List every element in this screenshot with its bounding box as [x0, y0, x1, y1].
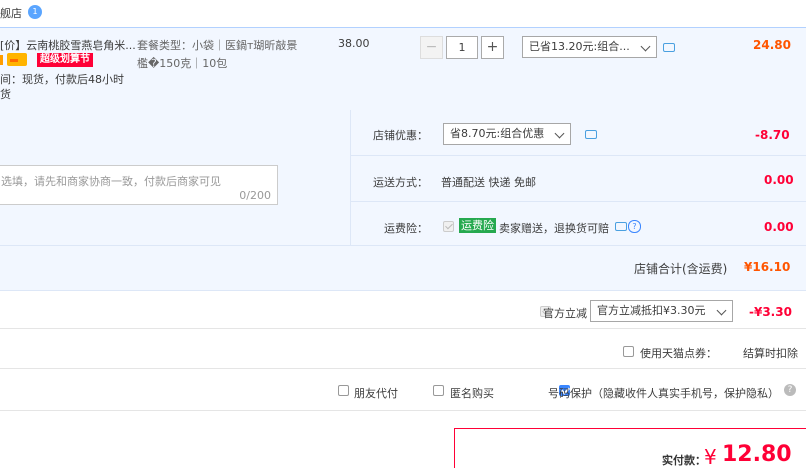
- official-discount-value: -¥3.30: [749, 305, 792, 319]
- shop-total-value: ¥16.10: [744, 260, 791, 274]
- item-title[interactable]: [价】云南桃胶雪燕皂角米...: [0, 37, 136, 53]
- official-discount-select-value: 官方立减抵扣¥3.30元: [597, 304, 706, 317]
- shipping-label: 运送方式：: [373, 176, 428, 189]
- unit-price: 38.00: [338, 37, 370, 50]
- sku-line-1: 套餐类型：小袋｜医鍋т瑚昕敲景: [137, 39, 298, 52]
- chat-icon[interactable]: [663, 43, 675, 52]
- promo-badge: 超级划算节: [37, 53, 93, 67]
- delivery-time-cont: 货: [0, 88, 11, 101]
- chevron-down-icon: [716, 305, 727, 316]
- flag-icon: [0, 55, 3, 65]
- buyer-message-placeholder: 选填，请先和商家协商一致，付款后商家可见: [1, 175, 221, 188]
- divider-h3: [0, 245, 806, 246]
- payment-amount: 12.80: [722, 442, 792, 467]
- chat-icon[interactable]: [615, 222, 627, 231]
- divider-h4: [0, 328, 806, 329]
- points-note: 结算时扣除: [743, 347, 798, 360]
- insurance-value: 0.00: [764, 220, 794, 234]
- shipping-value: 0.00: [764, 173, 794, 187]
- anonymous-checkbox[interactable]: [433, 385, 444, 396]
- anonymous-label: 匿名购买: [450, 387, 494, 400]
- shop-total-label: 店铺合计(含运费): [634, 262, 728, 276]
- card-icon: [7, 53, 27, 66]
- official-discount-select[interactable]: 官方立减抵扣¥3.30元: [590, 300, 733, 322]
- shop-discount-select[interactable]: 省8.70元:组合优惠: [443, 123, 571, 145]
- divider-h5: [0, 368, 806, 369]
- phone-protect-label: 号码保护（隐藏收件人真实手机号，保护隐私）: [548, 387, 779, 400]
- shop-name[interactable]: 舰店: [0, 5, 22, 21]
- shipping-method: 普通配送 快递 免邮: [441, 176, 536, 189]
- item-discount-select[interactable]: 已省13.20元:组合...: [522, 36, 657, 58]
- help-icon[interactable]: ?: [628, 220, 641, 233]
- shop-discount-select-value: 省8.70元:组合优惠: [450, 127, 545, 140]
- shop-discount-label: 店铺优惠：: [373, 129, 428, 142]
- chevron-down-icon: [640, 41, 651, 52]
- delivery-time: 间：现货，付款后48小时: [0, 73, 124, 86]
- qty-minus-button[interactable]: −: [420, 36, 443, 59]
- buyer-message-input[interactable]: 选填，请先和商家协商一致，付款后商家可见 0/200: [0, 165, 278, 205]
- insurance-checkbox[interactable]: [443, 221, 454, 232]
- buyer-message-counter: 0/200: [239, 189, 271, 202]
- official-discount-label: 官方立减: [543, 307, 587, 320]
- divider-h2: [350, 201, 806, 202]
- use-points-checkbox[interactable]: [623, 346, 634, 357]
- chevron-down-icon: [554, 128, 565, 139]
- item-discount-select-value: 已省13.20元:组合...: [529, 40, 630, 53]
- help-icon[interactable]: ?: [784, 384, 796, 396]
- chat-icon[interactable]: [585, 130, 597, 139]
- insurance-text: 卖家赠送，退换货可赔: [499, 222, 609, 235]
- divider-h1: [350, 155, 806, 156]
- payment-currency: ¥: [704, 445, 717, 469]
- insurance-label: 运费险：: [384, 222, 428, 235]
- qty-plus-button[interactable]: +: [481, 36, 504, 59]
- insurance-tag: 运费险: [459, 218, 496, 233]
- info-badge-icon: 1: [28, 5, 42, 19]
- item-subtotal: 24.80: [753, 38, 791, 52]
- sku-line-2: 檻�150克｜10包: [137, 57, 228, 70]
- friend-pay-label: 朋友代付: [354, 387, 398, 400]
- friend-pay-checkbox[interactable]: [338, 385, 349, 396]
- divider-h6: [0, 410, 806, 411]
- use-points-label: 使用天猫点券：: [640, 347, 717, 360]
- divider-vertical: [350, 110, 351, 245]
- qty-input[interactable]: 1: [446, 36, 478, 59]
- shop-discount-value: -8.70: [755, 128, 790, 142]
